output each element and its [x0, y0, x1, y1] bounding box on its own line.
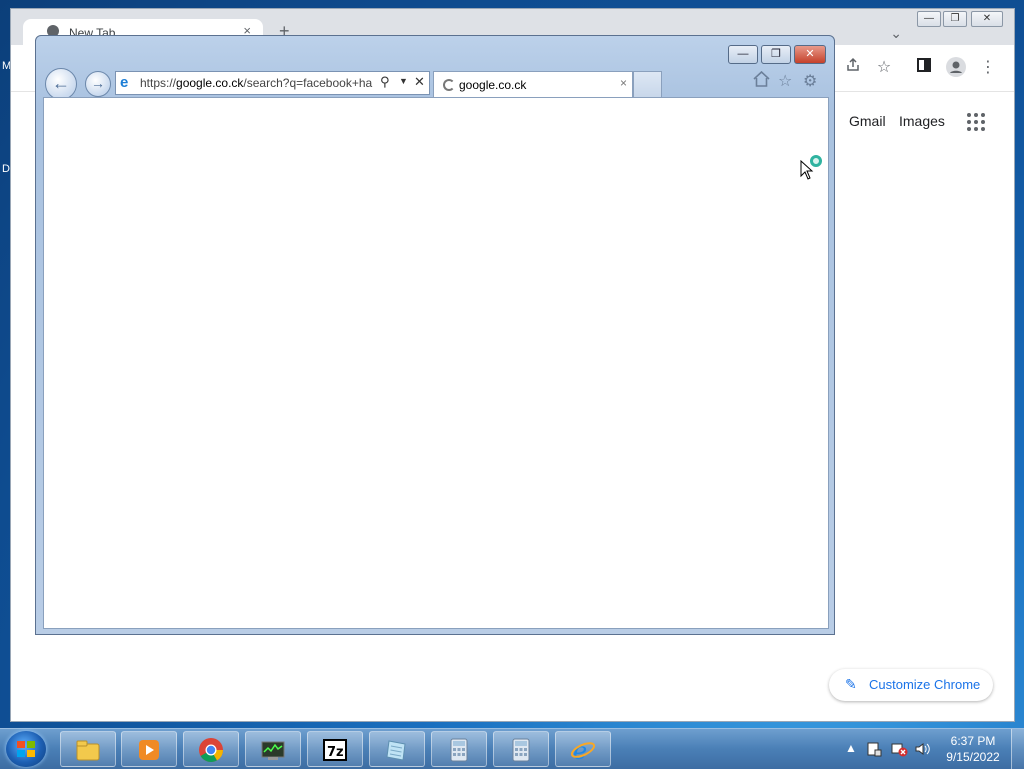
taskbar-notepad[interactable]	[369, 731, 425, 767]
ie-page-icon: e	[120, 74, 129, 91]
stop-button[interactable]: ✕	[414, 74, 425, 90]
show-desktop-button[interactable]	[1011, 729, 1024, 769]
customize-chrome-label: Customize Chrome	[869, 677, 981, 692]
loading-spinner-icon	[443, 79, 455, 91]
images-link[interactable]: Images	[899, 113, 945, 129]
ie-tab-google[interactable]: google.co.ck ×	[433, 71, 633, 97]
action-center-icon[interactable]	[866, 741, 882, 760]
ie-page-content[interactable]	[43, 97, 829, 629]
taskbar-media-player[interactable]	[121, 731, 177, 767]
taskbar-clock[interactable]: 6:37 PM 9/15/2022	[938, 733, 1008, 765]
ie-new-tab-button[interactable]	[633, 71, 662, 97]
pencil-icon: ✎	[845, 676, 857, 692]
chrome-restore-button[interactable]: ❐	[943, 11, 967, 27]
clock-time: 6:37 PM	[950, 734, 996, 748]
folder-icon	[76, 740, 100, 761]
side-panel-icon[interactable]	[913, 57, 935, 79]
chrome-tab-search-icon[interactable]: ⌄	[890, 25, 902, 42]
back-button[interactable]: ←	[45, 68, 77, 100]
address-bar[interactable]: e https://google.co.ck/search?q=facebook…	[115, 71, 430, 95]
taskbar-explorer[interactable]	[60, 731, 116, 767]
taskbar-7zip[interactable]: 7z	[307, 731, 363, 767]
ie-window[interactable]: — ❐ ✕ ← → e https://google.co.ck/search?…	[35, 35, 835, 635]
svg-text:e: e	[573, 737, 587, 764]
taskbar-chrome[interactable]	[183, 731, 239, 767]
chrome-close-button[interactable]: ✕	[971, 11, 1003, 27]
7zip-icon: 7z	[323, 739, 347, 761]
desktop-icon-label[interactable]: D	[2, 163, 10, 175]
bookmark-star-icon[interactable]: ☆	[873, 57, 895, 79]
taskbar-task-manager[interactable]	[245, 731, 301, 767]
favorites-star-icon[interactable]: ☆	[778, 71, 792, 91]
tools-gear-icon[interactable]: ⚙	[803, 71, 817, 91]
chrome-menu-icon[interactable]: ⋮	[977, 57, 999, 79]
busy-spinner-icon	[810, 155, 822, 167]
gmail-link[interactable]: Gmail	[849, 113, 886, 129]
notepad-icon	[386, 740, 406, 761]
customize-chrome-button[interactable]: ✎ Customize Chrome	[829, 669, 993, 701]
share-icon[interactable]	[842, 57, 864, 79]
windows-logo-icon	[17, 741, 35, 757]
ie-close-button[interactable]: ✕	[794, 45, 826, 64]
taskbar-internet-explorer[interactable]: e	[555, 731, 611, 767]
ie-restore-button[interactable]: ❐	[761, 45, 791, 64]
calculator-icon	[450, 738, 468, 762]
forward-button[interactable]: →	[85, 71, 111, 97]
network-error-icon[interactable]	[890, 741, 908, 760]
task-manager-icon	[261, 741, 285, 760]
start-button[interactable]	[6, 731, 46, 767]
address-dropdown-icon[interactable]: ▼	[399, 76, 408, 86]
calculator-icon	[512, 738, 530, 762]
volume-icon[interactable]	[914, 741, 932, 760]
address-url[interactable]: https://google.co.ck/search?q=facebook+h…	[140, 76, 376, 90]
profile-avatar-icon[interactable]	[945, 57, 967, 79]
chrome-minimize-button[interactable]: —	[917, 11, 941, 27]
internet-explorer-icon: e	[570, 737, 596, 764]
media-player-icon	[139, 740, 159, 760]
svg-text:7z: 7z	[327, 745, 344, 760]
clock-date: 9/15/2022	[946, 750, 1000, 764]
chrome-icon	[199, 738, 223, 763]
taskbar-calculator[interactable]	[431, 731, 487, 767]
google-apps-icon[interactable]	[967, 113, 985, 131]
home-icon[interactable]	[753, 70, 770, 92]
ie-tab-title: google.co.ck	[459, 78, 527, 92]
taskbar-calculator-2[interactable]	[493, 731, 549, 767]
search-icon[interactable]: ⚲	[380, 74, 390, 90]
tray-expand-icon[interactable]: ▲	[845, 741, 857, 755]
ie-tab-close-icon[interactable]: ×	[620, 76, 627, 90]
taskbar: 7z e ▲ 6:37 PM 9/15/2022	[0, 728, 1024, 769]
ie-minimize-button[interactable]: —	[728, 45, 758, 64]
